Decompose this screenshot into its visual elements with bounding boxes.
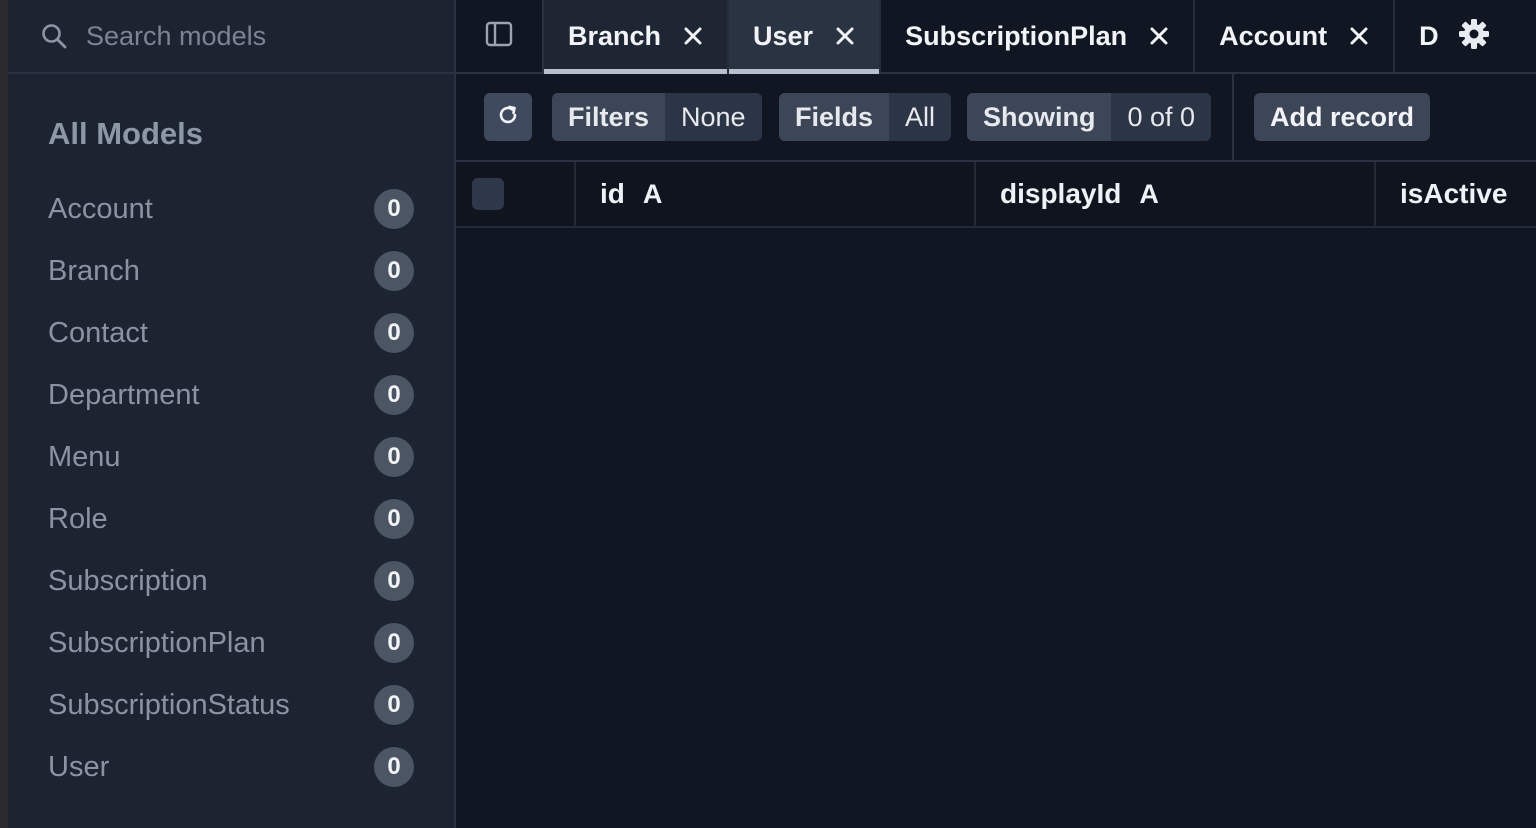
- model-list: Account 0 Branch 0 Contact 0 Department …: [8, 178, 454, 798]
- tab-label: Branch: [568, 20, 662, 51]
- toolbar-divider: [1232, 74, 1234, 160]
- showing-value: 0 of 0: [1111, 93, 1212, 141]
- sidebar-item-label: User: [48, 750, 110, 783]
- sidebar-item-department[interactable]: Department 0: [8, 364, 454, 426]
- close-icon[interactable]: [1349, 26, 1369, 46]
- count-badge: 0: [374, 313, 414, 353]
- filters-label: Filters: [552, 93, 666, 141]
- close-icon[interactable]: [1149, 26, 1169, 46]
- sidebar-item-subscription[interactable]: Subscription 0: [8, 550, 454, 612]
- count-badge: 0: [374, 375, 414, 415]
- table-header: id A displayId A isActive: [456, 162, 1536, 228]
- column-name: isActive: [1400, 178, 1508, 209]
- showing-control[interactable]: Showing 0 of 0: [967, 93, 1212, 141]
- sidebar-item-label: Department: [48, 378, 200, 411]
- tab-label: D: [1419, 20, 1439, 51]
- sidebar-item-label: Contact: [48, 316, 148, 349]
- toolbar: Filters None Fields All Showing 0 of 0 A…: [456, 74, 1536, 162]
- select-all-cell: [456, 162, 576, 226]
- close-icon[interactable]: [835, 26, 855, 46]
- main-panel: Branch User SubscriptionPlan Account D F…: [456, 0, 1536, 828]
- sidebar-item-contact[interactable]: Contact 0: [8, 302, 454, 364]
- sidebar-item-user[interactable]: User 0: [8, 736, 454, 798]
- window-edge: [0, 0, 8, 828]
- tab-label: SubscriptionPlan: [905, 20, 1128, 51]
- column-header-id[interactable]: id A: [576, 162, 976, 226]
- refresh-button[interactable]: [484, 93, 532, 141]
- sidebar-item-menu[interactable]: Menu 0: [8, 426, 454, 488]
- sidebar-item-account[interactable]: Account 0: [8, 178, 454, 240]
- sidebar-item-subscriptionplan[interactable]: SubscriptionPlan 0: [8, 612, 454, 674]
- fields-control[interactable]: Fields All: [779, 93, 952, 141]
- close-icon[interactable]: [683, 26, 703, 46]
- sidebar-item-role[interactable]: Role 0: [8, 488, 454, 550]
- search-icon: [40, 22, 68, 50]
- column-name: displayId: [1000, 178, 1122, 209]
- count-badge: 0: [374, 561, 414, 601]
- search-bar: [8, 0, 454, 74]
- refresh-icon: [496, 103, 520, 132]
- filters-value: None: [665, 93, 762, 141]
- tab-bar: Branch User SubscriptionPlan Account D: [456, 0, 1536, 74]
- filters-control[interactable]: Filters None: [552, 93, 762, 141]
- tab-branch[interactable]: Branch: [544, 0, 730, 74]
- search-input[interactable]: [86, 20, 416, 52]
- tab-label: Account: [1219, 20, 1328, 51]
- fields-label: Fields: [779, 93, 890, 141]
- count-badge: 0: [374, 747, 414, 787]
- tab-overflow[interactable]: D: [1395, 0, 1439, 72]
- count-badge: 0: [374, 437, 414, 477]
- count-badge: 0: [374, 499, 414, 539]
- column-header-isactive[interactable]: isActive: [1376, 162, 1536, 226]
- count-badge: 0: [374, 685, 414, 725]
- fields-value: All: [889, 93, 952, 141]
- sidebar-toggle-icon: [485, 20, 513, 53]
- sidebar-item-label: Branch: [48, 254, 140, 287]
- sidebar-item-branch[interactable]: Branch 0: [8, 240, 454, 302]
- tab-label: User: [753, 20, 814, 51]
- tab-subscriptionplan[interactable]: SubscriptionPlan: [881, 0, 1196, 72]
- sidebar-item-label: SubscriptionPlan: [48, 626, 266, 659]
- all-models-heading: All Models: [48, 116, 204, 151]
- gear-icon: [1458, 18, 1490, 55]
- column-type-icon: A: [642, 178, 663, 209]
- select-all-checkbox[interactable]: [472, 178, 504, 210]
- count-badge: 0: [374, 189, 414, 229]
- sidebar-item-label: Account: [48, 192, 153, 225]
- table-body: [456, 228, 1536, 828]
- add-record-button[interactable]: Add record: [1254, 93, 1431, 141]
- sidebar-item-label: Subscription: [48, 564, 208, 597]
- column-header-displayid[interactable]: displayId A: [976, 162, 1376, 226]
- sidebar-item-label: SubscriptionStatus: [48, 688, 290, 721]
- sidebar-toggle-button[interactable]: [456, 0, 544, 72]
- column-type-icon: A: [1139, 178, 1159, 209]
- tab-account[interactable]: Account: [1195, 0, 1396, 72]
- sidebar-item-label: Role: [48, 502, 108, 535]
- sidebar-item-subscriptionstatus[interactable]: SubscriptionStatus 0: [8, 674, 454, 736]
- sidebar-item-label: Menu: [48, 440, 121, 473]
- column-name: id: [600, 178, 625, 209]
- showing-label: Showing: [967, 93, 1112, 141]
- tab-user[interactable]: User: [729, 0, 882, 74]
- sidebar: All Models Account 0 Branch 0 Contact 0 …: [8, 0, 456, 828]
- count-badge: 0: [374, 623, 414, 663]
- count-badge: 0: [374, 251, 414, 291]
- app-window: All Models Account 0 Branch 0 Contact 0 …: [0, 0, 1536, 828]
- settings-button[interactable]: [1456, 18, 1492, 54]
